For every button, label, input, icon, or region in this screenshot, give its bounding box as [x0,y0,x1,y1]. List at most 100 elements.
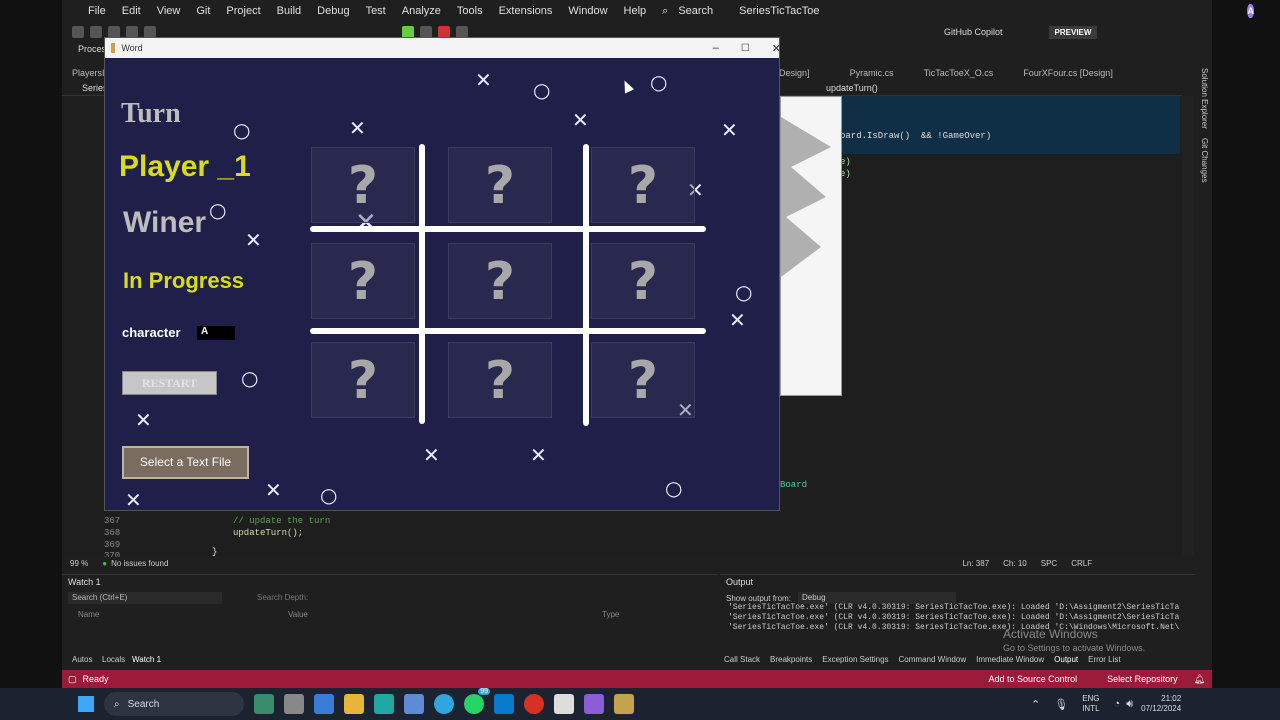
board-cell-7[interactable]: ? [311,342,415,418]
back-icon[interactable] [72,26,84,38]
wifi-icon[interactable]: ◔ [1114,698,1121,710]
board-cell-6[interactable]: ? [591,243,695,319]
chrome-icon[interactable] [524,694,544,714]
tab-watch1[interactable]: Watch 1 [132,655,161,664]
word-title-bar[interactable]: Word – ☐ ✕ [105,38,779,58]
bell-icon[interactable]: 🔔︎ [1194,674,1205,685]
line-ending[interactable]: CRLF [1071,559,1092,568]
output-line-2: 'SeriesTicTacToe.exe' (CLR v4.0.30319: S… [728,613,1180,622]
visual-studio-icon[interactable] [584,694,604,714]
zoom-level[interactable]: 99 % [70,559,88,568]
menu-git[interactable]: Git [188,5,218,17]
line-number-368: 368 [104,528,121,538]
menu-window[interactable]: Window [560,5,615,17]
menu-build[interactable]: Build [269,5,309,17]
board-cell-9[interactable]: ? [591,342,695,418]
watch-search-input[interactable]: Search (Ctrl+E) [68,592,222,604]
forward-icon[interactable] [90,26,102,38]
chevron-up-icon[interactable]: ⌃ [1031,698,1040,711]
select-repository[interactable]: Select Repository [1107,674,1178,684]
watch-col-value: Value [288,610,308,619]
running-app-icon[interactable] [614,694,634,714]
menu-extensions[interactable]: Extensions [491,5,561,17]
board-cell-2[interactable]: ? [448,147,552,223]
copilot-label[interactable]: GitHub Copilot [944,27,1003,37]
taskbar-search[interactable]: ⌕ Search [104,692,244,716]
minimize-icon[interactable]: – [713,42,719,54]
board-cell-1[interactable]: ? [311,147,415,223]
volume-icon[interactable]: 🔊︎ [1126,698,1133,711]
search-menu[interactable]: Search [670,5,721,17]
decorative-x-icon: ✕ [423,443,440,467]
decorative-o-icon: ○ [665,476,683,500]
git-changes-tab[interactable]: Git Changes [1200,138,1209,182]
taskview-icon[interactable] [284,694,304,714]
menu-tools[interactable]: Tools [449,5,491,17]
word-game-window: Word – ☐ ✕ ✕ ○ ✕ ✕ ○ ✕ ○ ✕ ✕ ○ ✕ ✕ ○ ✕ ✕… [104,37,780,511]
app-icon[interactable] [554,694,574,714]
tab-output[interactable]: Output [1054,655,1078,664]
menu-test[interactable]: Test [358,5,394,17]
menu-file[interactable]: File [80,5,114,17]
search-icon[interactable]: ⌕ [654,5,670,18]
minimize-icon[interactable]: – [1272,5,1280,17]
board-cell-8[interactable]: ? [448,342,552,418]
add-source-control[interactable]: Add to Source Control [989,674,1078,684]
select-text-file-button[interactable]: Select a Text File [122,446,249,479]
preview-badge[interactable]: PREVIEW [1048,25,1098,39]
tab-exception-settings[interactable]: Exception Settings [822,655,888,664]
solution-explorer-tab[interactable]: Solution Explorer [1200,68,1209,129]
tab-breakpoints[interactable]: Breakpoints [770,655,812,664]
indent-mode[interactable]: SPC [1041,559,1057,568]
editor-scrollbar[interactable] [1182,96,1194,556]
telegram-icon[interactable] [434,694,454,714]
vscode-icon[interactable] [494,694,514,714]
menu-help[interactable]: Help [616,5,655,17]
vs-menu-bar: File Edit View Git Project Build Debug T… [62,0,1280,22]
close-icon[interactable]: ✕ [772,42,779,55]
board-cell-3[interactable]: ? [591,147,695,223]
tab-immediate-window[interactable]: Immediate Window [976,655,1044,664]
mic-icon[interactable]: 🎙︎ [1054,698,1068,711]
menu-project[interactable]: Project [218,5,268,17]
board-cell-4[interactable]: ? [311,243,415,319]
maximize-icon[interactable]: ☐ [741,43,750,54]
tab-command-window[interactable]: Command Window [899,655,967,664]
lang-eng: ENG [1082,694,1100,703]
search-depth-label: Search Depth: [257,593,309,602]
store-icon[interactable] [404,694,424,714]
tab-pyramic[interactable]: Pyramic.cs [840,68,904,78]
menu-edit[interactable]: Edit [114,5,149,17]
file-explorer-icon[interactable] [344,694,364,714]
widgets-icon[interactable] [314,694,334,714]
clock[interactable]: 21:02 07/12/2024 [1141,694,1181,714]
menu-debug[interactable]: Debug [309,5,357,17]
start-icon[interactable] [78,696,94,712]
search-icon: ⌕ [114,698,120,710]
copilot-app-icon[interactable] [254,694,274,714]
tab-error-list[interactable]: Error List [1088,655,1120,664]
secondary-window[interactable] [780,96,842,396]
menu-view[interactable]: View [149,5,189,17]
watch-panel: Watch 1 Search (Ctrl+E) Search Depth: Na… [62,574,718,666]
board-cell-5[interactable]: ? [448,243,552,319]
decorative-x-icon: ✕ [530,443,547,467]
tab-locals[interactable]: Locals [102,655,125,664]
menu-analyze[interactable]: Analyze [394,5,449,17]
whatsapp-icon[interactable]: 99 [464,688,490,714]
code-board: Board [780,480,808,490]
decorative-x-icon: ✕ [729,308,746,332]
language-indicator[interactable]: ENG INTL [1082,694,1099,714]
output-line-1: 'SeriesTicTacToe.exe' (CLR v4.0.30319: S… [728,603,1180,612]
nav-method[interactable]: updateTurn() [826,83,878,93]
tab-tictactoe[interactable]: TicTacToeX_O.cs [914,68,1004,78]
issues-status[interactable]: No issues found [111,559,168,568]
tab-fourxfour[interactable]: FourXFour.cs [Design] [1013,68,1123,78]
avatar[interactable]: A [1247,4,1254,18]
tab-call-stack[interactable]: Call Stack [724,655,760,664]
edge-icon[interactable] [374,694,394,714]
tab-autos[interactable]: Autos [72,655,92,664]
character-input[interactable]: A [197,326,235,340]
restart-button[interactable]: RESTART [122,371,217,395]
decorative-x-icon: ✕ [265,478,282,502]
